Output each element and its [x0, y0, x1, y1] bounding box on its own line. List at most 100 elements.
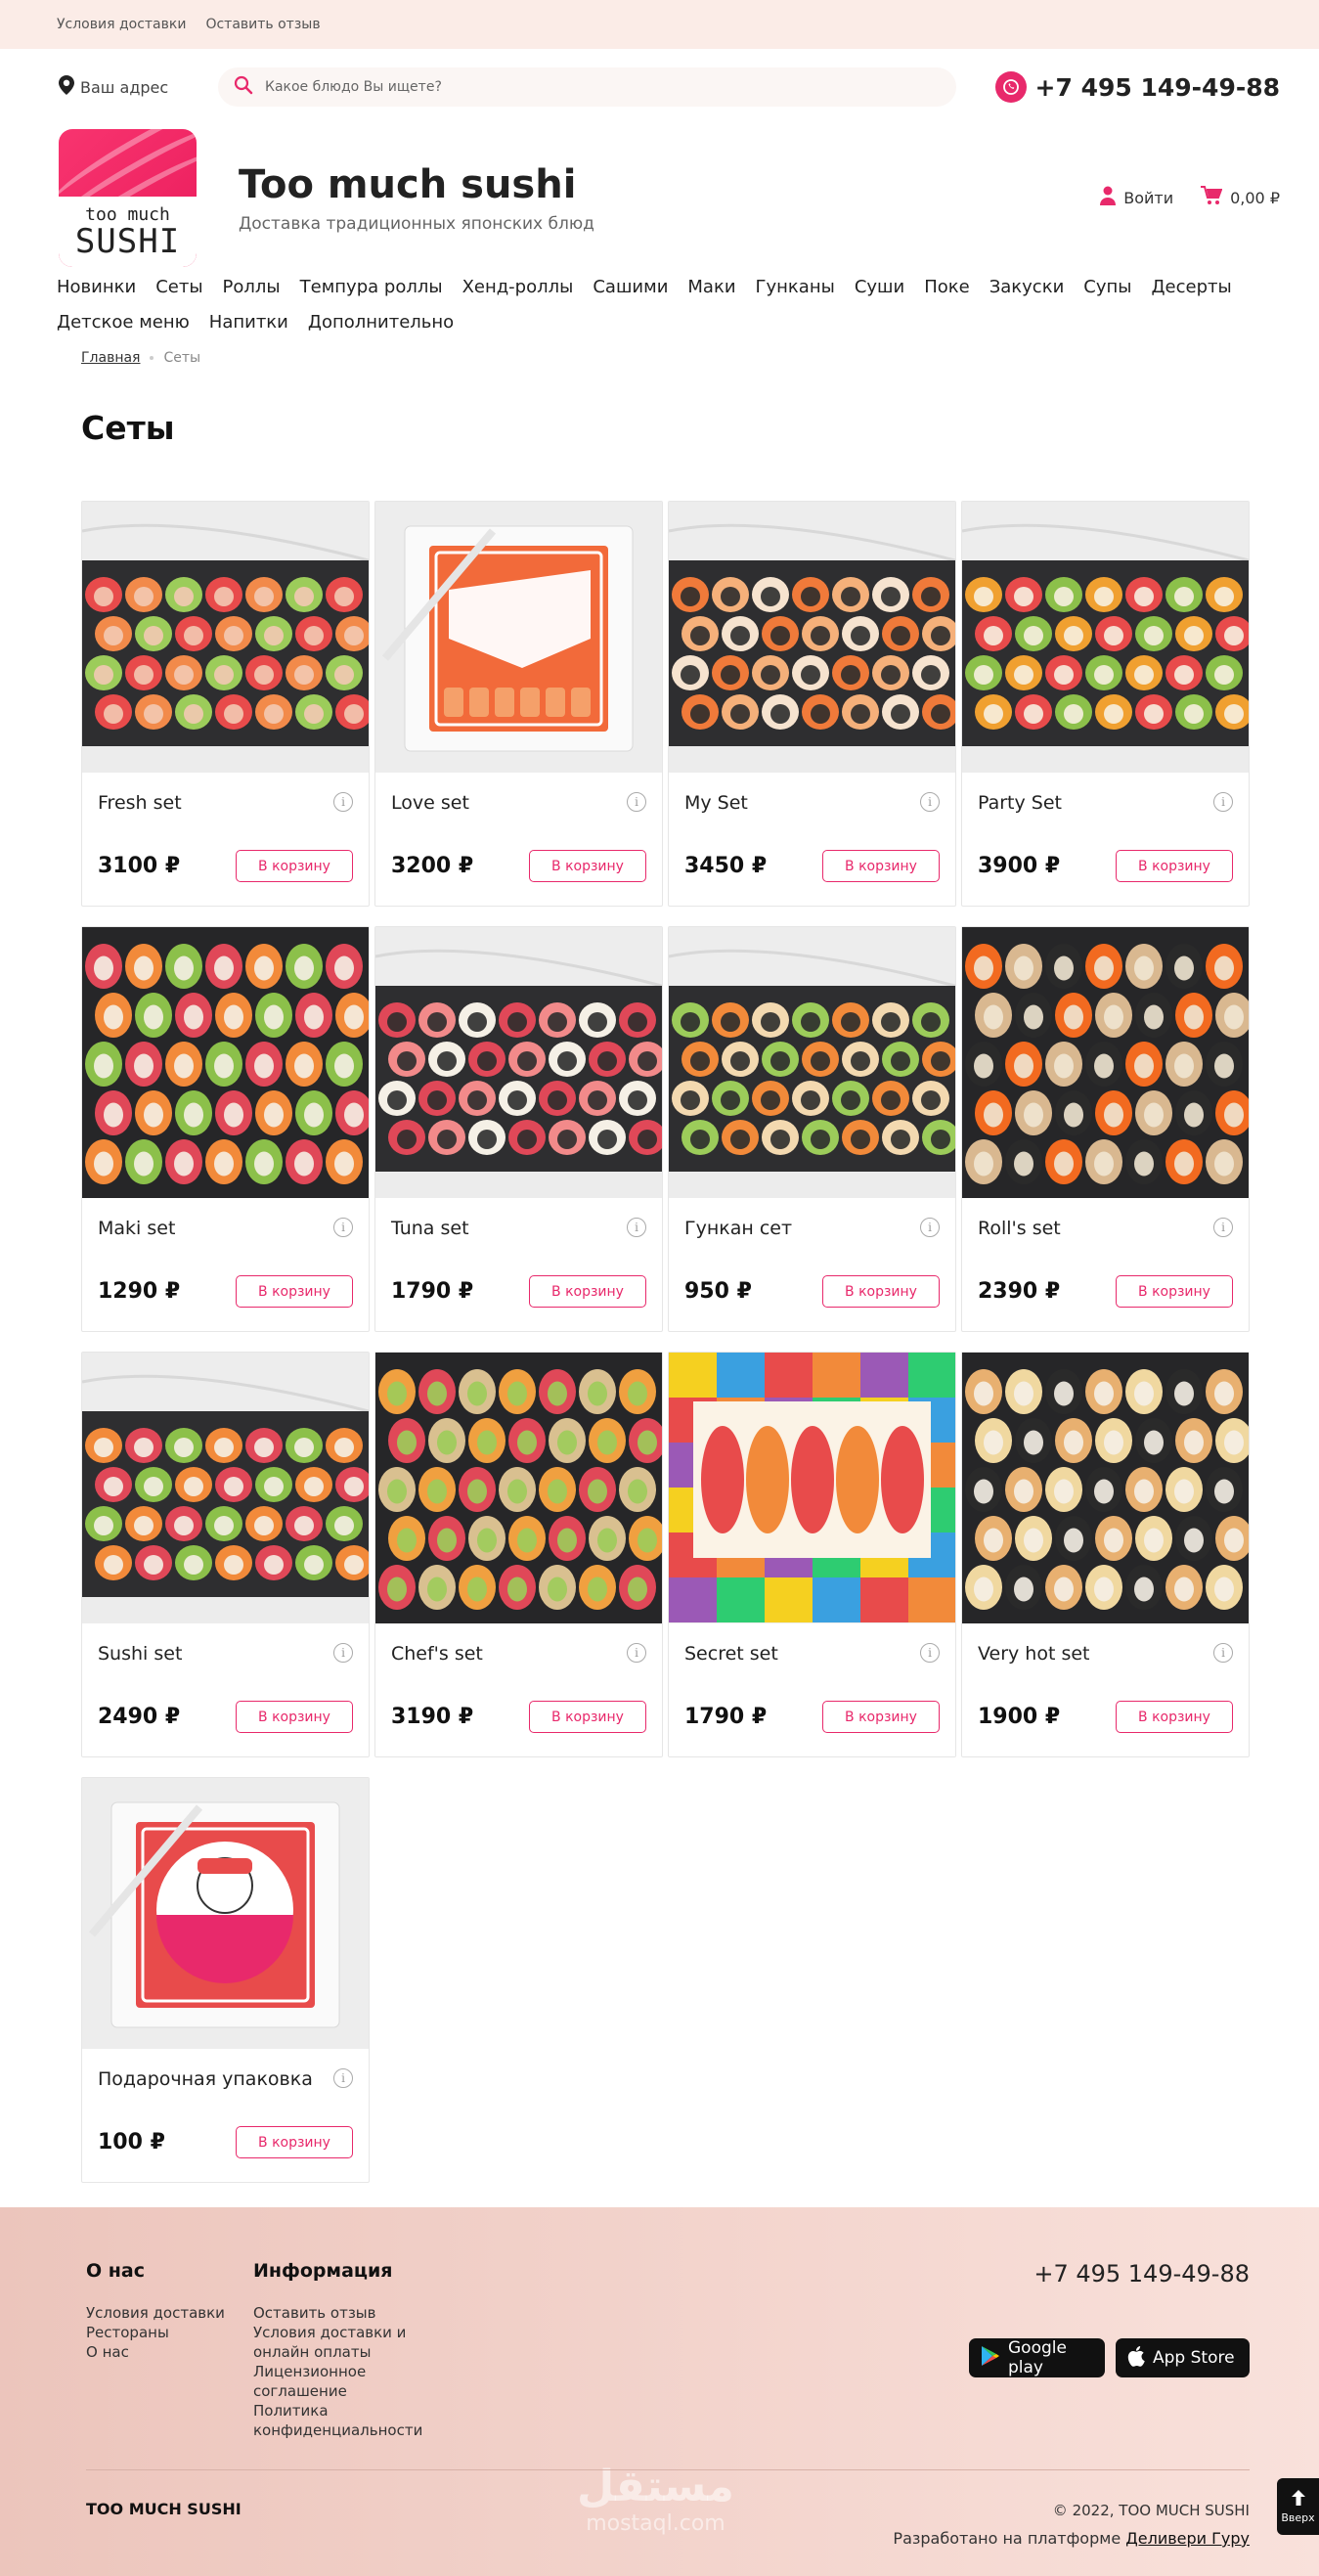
add-to-cart-button[interactable]: В корзину: [529, 1701, 646, 1733]
product-card[interactable]: Secret set i 1790 ₽ В корзину: [668, 1352, 956, 1757]
product-image[interactable]: [962, 927, 1249, 1198]
nav-item[interactable]: Темпура роллы: [300, 270, 443, 305]
footer-link[interactable]: Оставить отзыв: [253, 2303, 439, 2323]
info-icon[interactable]: i: [627, 792, 646, 812]
product-name[interactable]: Very hot set: [978, 1642, 1193, 1666]
product-name[interactable]: Party Set: [978, 791, 1193, 815]
product-card[interactable]: Sushi set i 2490 ₽ В корзину: [81, 1352, 370, 1757]
info-icon[interactable]: i: [333, 1643, 353, 1663]
header-phone[interactable]: +7 495 149-49-88: [1035, 73, 1280, 102]
footer-link[interactable]: Рестораны: [86, 2323, 225, 2342]
nav-item[interactable]: Маки: [687, 270, 735, 305]
nav-item[interactable]: Сашими: [593, 270, 668, 305]
product-name[interactable]: My Set: [684, 791, 900, 815]
add-to-cart-button[interactable]: В корзину: [822, 850, 940, 882]
info-icon[interactable]: i: [627, 1643, 646, 1663]
address-selector[interactable]: Ваш адрес: [59, 75, 200, 99]
product-image[interactable]: [82, 1353, 369, 1623]
product-card[interactable]: Tuna set i 1790 ₽ В корзину: [374, 926, 663, 1332]
product-image[interactable]: [375, 502, 662, 773]
info-icon[interactable]: i: [1213, 792, 1233, 812]
info-icon[interactable]: i: [1213, 1643, 1233, 1663]
footer-link[interactable]: Условия доставки: [86, 2303, 225, 2323]
google-play-button[interactable]: Google play: [969, 2338, 1105, 2377]
info-icon[interactable]: i: [333, 792, 353, 812]
developed-link[interactable]: Деливери Гуру: [1125, 2529, 1250, 2548]
info-icon[interactable]: i: [333, 1218, 353, 1237]
product-image[interactable]: [375, 1353, 662, 1623]
add-to-cart-button[interactable]: В корзину: [822, 1701, 940, 1733]
nav-item[interactable]: Детское меню: [57, 305, 190, 340]
app-store-button[interactable]: App Store: [1116, 2338, 1250, 2377]
info-icon[interactable]: i: [1213, 1218, 1233, 1237]
product-image[interactable]: [82, 502, 369, 773]
product-name[interactable]: Maki set: [98, 1217, 313, 1240]
add-to-cart-button[interactable]: В корзину: [236, 1701, 353, 1733]
footer-link[interactable]: Лицензионное соглашение: [253, 2362, 439, 2401]
add-to-cart-button[interactable]: В корзину: [822, 1275, 940, 1308]
footer-link[interactable]: Политика конфиденциальности: [253, 2401, 439, 2440]
footer-link[interactable]: О нас: [86, 2342, 225, 2362]
info-icon[interactable]: i: [333, 2068, 353, 2088]
info-icon[interactable]: i: [920, 1218, 940, 1237]
product-image[interactable]: [669, 1353, 955, 1623]
info-icon[interactable]: i: [920, 1643, 940, 1663]
footer-phone[interactable]: +7 495 149-49-88: [1033, 2260, 1250, 2287]
product-card[interactable]: Love set i 3200 ₽ В корзину: [374, 501, 663, 907]
add-to-cart-button[interactable]: В корзину: [236, 850, 353, 882]
search-icon[interactable]: [234, 75, 253, 99]
nav-item[interactable]: Дополнительно: [308, 305, 454, 340]
logo[interactable]: too much SUSHI: [59, 128, 197, 267]
product-image[interactable]: [669, 927, 955, 1198]
topbar-link-review[interactable]: Оставить отзыв: [205, 17, 320, 32]
product-name[interactable]: Roll's set: [978, 1217, 1193, 1240]
add-to-cart-button[interactable]: В корзину: [1116, 1701, 1233, 1733]
product-card[interactable]: Party Set i 3900 ₽ В корзину: [961, 501, 1250, 907]
product-name[interactable]: Гункан сет: [684, 1217, 900, 1240]
product-card[interactable]: Very hot set i 1900 ₽ В корзину: [961, 1352, 1250, 1757]
product-name[interactable]: Chef's set: [391, 1642, 606, 1666]
login-button[interactable]: Войти: [1100, 186, 1173, 209]
add-to-cart-button[interactable]: В корзину: [529, 1275, 646, 1308]
topbar-link-delivery[interactable]: Условия доставки: [57, 17, 186, 32]
nav-item[interactable]: Гунканы: [756, 270, 835, 305]
add-to-cart-button[interactable]: В корзину: [236, 2126, 353, 2158]
scroll-to-top-button[interactable]: Вверх: [1277, 2478, 1319, 2535]
product-card[interactable]: Roll's set i 2390 ₽ В корзину: [961, 926, 1250, 1332]
product-name[interactable]: Подарочная упаковка: [98, 2067, 313, 2091]
product-card[interactable]: Подарочная упаковка i 100 ₽ В корзину: [81, 1777, 370, 2183]
footer-link[interactable]: Условия доставки и онлайн оплаты: [253, 2323, 439, 2362]
nav-item[interactable]: Новинки: [57, 270, 136, 305]
nav-item[interactable]: Сеты: [155, 270, 202, 305]
breadcrumb-home[interactable]: Главная: [81, 350, 140, 366]
product-card[interactable]: My Set i 3450 ₽ В корзину: [668, 501, 956, 907]
product-image[interactable]: [375, 927, 662, 1198]
product-name[interactable]: Love set: [391, 791, 606, 815]
nav-item[interactable]: Суши: [855, 270, 904, 305]
product-name[interactable]: Sushi set: [98, 1642, 313, 1666]
product-name[interactable]: Tuna set: [391, 1217, 606, 1240]
info-icon[interactable]: i: [627, 1218, 646, 1237]
add-to-cart-button[interactable]: В корзину: [236, 1275, 353, 1308]
add-to-cart-button[interactable]: В корзину: [529, 850, 646, 882]
nav-item[interactable]: Напитки: [209, 305, 288, 340]
product-card[interactable]: Гункан сет i 950 ₽ В корзину: [668, 926, 956, 1332]
product-image[interactable]: [82, 927, 369, 1198]
nav-item[interactable]: Десерты: [1151, 270, 1231, 305]
product-image[interactable]: [669, 502, 955, 773]
product-name[interactable]: Secret set: [684, 1642, 900, 1666]
nav-item[interactable]: Хенд-роллы: [462, 270, 574, 305]
add-to-cart-button[interactable]: В корзину: [1116, 850, 1233, 882]
add-to-cart-button[interactable]: В корзину: [1116, 1275, 1233, 1308]
product-card[interactable]: Maki set i 1290 ₽ В корзину: [81, 926, 370, 1332]
info-icon[interactable]: i: [920, 792, 940, 812]
product-image[interactable]: [962, 502, 1249, 773]
product-image[interactable]: [962, 1353, 1249, 1623]
cart-button[interactable]: 0,00 ₽: [1201, 186, 1280, 209]
nav-item[interactable]: Роллы: [223, 270, 281, 305]
product-card[interactable]: Chef's set i 3190 ₽ В корзину: [374, 1352, 663, 1757]
product-card[interactable]: Fresh set i 3100 ₽ В корзину: [81, 501, 370, 907]
nav-item[interactable]: Супы: [1083, 270, 1131, 305]
whatsapp-icon[interactable]: [995, 71, 1027, 103]
nav-item[interactable]: Поке: [924, 270, 970, 305]
